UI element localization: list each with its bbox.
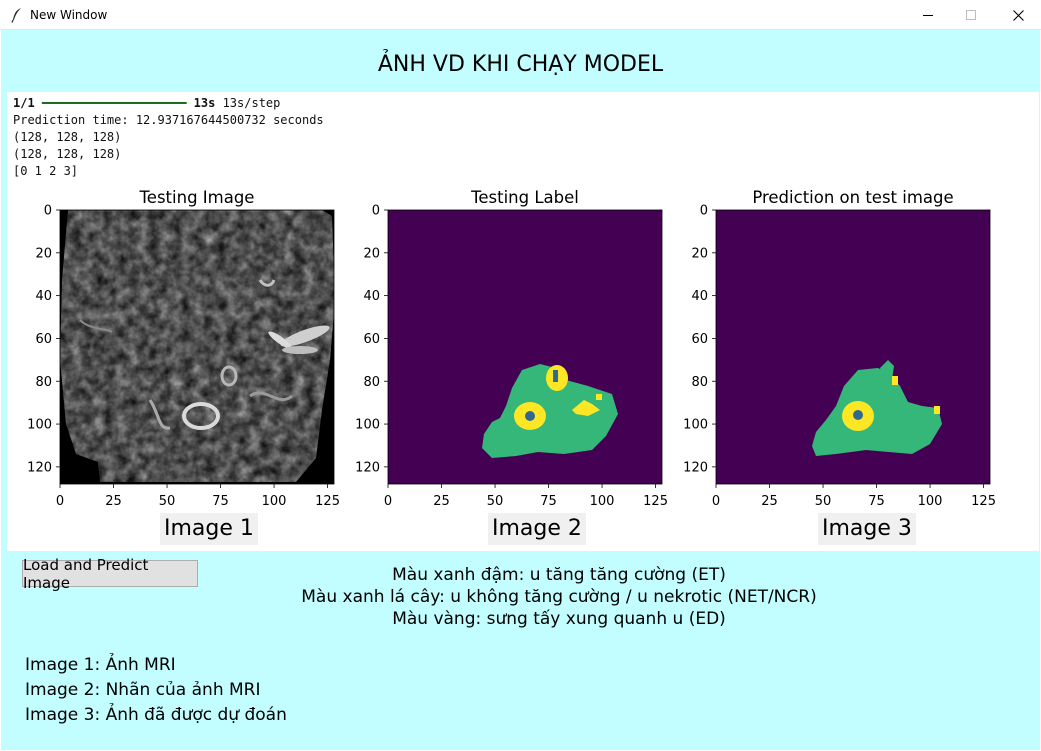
y-tick-label: 0 (700, 204, 708, 219)
y-tick-label: 100 (683, 418, 708, 433)
close-icon (1012, 9, 1024, 21)
console-progress-rate: 13s/step (222, 96, 281, 110)
console-line: Prediction time: 12.937167644500732 seco… (13, 113, 324, 127)
x-tick-label: 25 (761, 494, 778, 507)
console-progress-line: 1/1 ━━━━━━━━━━━━━━━━━━━━ 13s 13s/step (13, 95, 324, 112)
minimize-icon (923, 15, 933, 16)
legend-line: Màu xanh đậm: u tăng tăng cường (ET) (392, 565, 726, 585)
testing-image-axes: Testing Image 0 25 50 75 100 125 0 20 40 60 80 100 12… (27, 188, 340, 507)
x-tick-label: 125 (971, 494, 996, 507)
x-tick-label: 0 (56, 494, 64, 507)
x-tick-label: 125 (315, 494, 340, 507)
y-tick-label: 120 (355, 460, 380, 475)
color-legend: Màu xanh đậm: u tăng tăng cường (ET) Màu… (1, 564, 1041, 630)
x-tick-label: 100 (590, 494, 615, 507)
caption-image-1: Image 1 (160, 513, 258, 545)
x-tick-label: 100 (262, 494, 287, 507)
app-client-area: ẢNH VD KHI CHẠY MODEL 1/1 ━━━━━━━━━━━━━━… (1, 30, 1040, 750)
minimize-button[interactable] (905, 0, 951, 30)
y-tick-label: 40 (363, 289, 380, 304)
y-tick-label: 20 (35, 246, 52, 261)
x-tick-label: 25 (433, 494, 450, 507)
label-class-3-region (596, 394, 602, 400)
image-note: Image 1: Ảnh MRI (25, 655, 176, 675)
y-tick-label: 60 (363, 332, 380, 347)
y-tick-label: 100 (355, 418, 380, 433)
console-progress-prefix: 1/1 (13, 96, 35, 110)
y-tick-label: 100 (27, 418, 52, 433)
x-tick-label: 75 (212, 494, 229, 507)
console-output: 1/1 ━━━━━━━━━━━━━━━━━━━━ 13s 13s/step Pre… (13, 95, 324, 180)
console-line: [0 1 2 3] (13, 164, 79, 178)
maximize-button[interactable] (948, 0, 994, 30)
image-note: Image 2: Nhãn của ảnh MRI (25, 680, 261, 700)
testing-label-axes: Testing Label 0 25 50 75 100 125 0 20 40 60 80 100 12… (355, 188, 668, 507)
x-tick-label: 75 (540, 494, 557, 507)
output-panel: 1/1 ━━━━━━━━━━━━━━━━━━━━ 13s 13s/step Pre… (7, 92, 1039, 551)
y-tick-label: 80 (35, 375, 52, 390)
x-tick-label: 25 (105, 494, 122, 507)
axes-title: Testing Image (139, 188, 255, 207)
pred-class-3-region (892, 376, 898, 385)
caption-image-3: Image 3 (818, 513, 916, 545)
y-tick-label: 40 (691, 289, 708, 304)
y-tick-label: 60 (35, 332, 52, 347)
pred-class-1-region (853, 410, 863, 420)
legend-line: Màu vàng: sưng tấy xung quanh u (ED) (392, 609, 726, 629)
x-tick-label: 75 (868, 494, 885, 507)
label-class-1-region (553, 370, 558, 382)
y-tick-label: 60 (691, 332, 708, 347)
legend-line: Màu xanh lá cây: u không tăng cường / u … (301, 587, 817, 607)
x-tick-label: 125 (643, 494, 668, 507)
y-tick-label: 120 (27, 460, 52, 475)
ventricle-shape (282, 346, 318, 354)
y-tick-label: 40 (35, 289, 52, 304)
close-button[interactable] (995, 0, 1041, 30)
console-progress-time: 13s (193, 96, 216, 110)
axes-title: Prediction on test image (752, 188, 953, 207)
pred-class-3-region (934, 406, 940, 414)
y-tick-label: 20 (691, 246, 708, 261)
y-tick-label: 80 (691, 375, 708, 390)
y-tick-label: 0 (44, 204, 52, 219)
maximize-icon (966, 10, 976, 20)
x-tick-label: 50 (487, 494, 504, 507)
x-tick-label: 50 (815, 494, 832, 507)
image-notes: Image 1: Ảnh MRI Image 2: Nhãn của ảnh M… (25, 653, 287, 728)
image-note: Image 3: Ảnh đã được dự đoán (25, 705, 287, 725)
caption-image-2: Image 2 (488, 513, 586, 545)
feather-icon (11, 8, 21, 23)
x-tick-label: 0 (384, 494, 392, 507)
y-tick-label: 120 (683, 460, 708, 475)
axes-title: Testing Label (470, 188, 579, 207)
console-line: (128, 128, 128) (13, 130, 122, 144)
title-bar: New Window (0, 0, 1041, 30)
prediction-axes: Prediction on test image 0 25 50 75 100 125 0 20… (683, 188, 996, 507)
y-tick-label: 20 (363, 246, 380, 261)
y-tick-label: 80 (363, 375, 380, 390)
console-progress-bar: ━━━━━━━━━━━━━━━━━━━━ (41, 96, 187, 110)
x-tick-label: 50 (159, 494, 176, 507)
x-tick-label: 100 (918, 494, 943, 507)
result-figure: Testing Image 0 25 50 75 100 125 0 20 40 60 80 100 12… (27, 188, 996, 507)
y-tick-label: 0 (372, 204, 380, 219)
page-title: ẢNH VD KHI CHẠY MODEL (377, 52, 664, 77)
window-title: New Window (30, 8, 108, 22)
console-line: (128, 128, 128) (13, 147, 122, 161)
x-tick-label: 0 (712, 494, 720, 507)
label-class-1-region (525, 411, 535, 421)
